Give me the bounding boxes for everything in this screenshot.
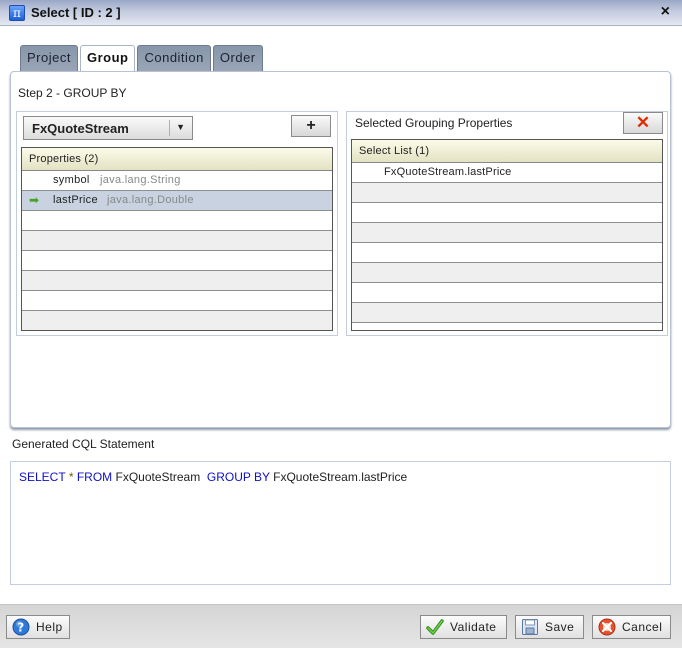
validate-button[interactable]: Validate <box>420 615 507 639</box>
title-bar: π Select [ ID : 2 ] × <box>0 0 682 26</box>
property-type: java.lang.String <box>100 174 181 186</box>
cql-star: * <box>68 470 74 484</box>
properties-header: Properties (2) <box>22 148 332 171</box>
stream-dropdown-value: FxQuoteStream <box>32 121 129 136</box>
empty-row <box>352 203 662 223</box>
cancel-icon <box>598 618 616 636</box>
tab-order[interactable]: Order <box>212 45 263 72</box>
empty-row <box>22 291 332 311</box>
stream-dropdown[interactable]: FxQuoteStream ▼ <box>23 116 193 140</box>
cancel-label: Cancel <box>622 620 663 634</box>
property-row[interactable]: symbol java.lang.String <box>22 171 332 191</box>
cql-keyword-select: SELECT <box>19 470 66 484</box>
cql-keyword-from: FROM <box>76 470 113 484</box>
select-list-grid: Select List (1) FxQuoteStream.lastPrice <box>351 139 663 331</box>
empty-row <box>352 283 662 303</box>
source-properties-panel: FxQuoteStream ▼ + Properties (2) symbol … <box>16 111 338 336</box>
step-label: Step 2 - GROUP BY <box>18 86 127 100</box>
arrow-right-icon: ➡ <box>29 193 40 207</box>
cql-group-field: FxQuoteStream.lastPrice <box>273 470 407 484</box>
save-label: Save <box>545 620 575 634</box>
empty-row <box>22 271 332 291</box>
cql-keyword-group-by: GROUP BY <box>206 470 270 484</box>
dialog-footer: ? Help Validate Save Cancel <box>0 604 682 648</box>
help-icon: ? <box>12 618 30 636</box>
checkmark-icon <box>426 618 444 636</box>
empty-row <box>352 303 662 323</box>
tab-condition[interactable]: Condition <box>137 45 211 72</box>
empty-row <box>22 211 332 231</box>
chevron-down-icon: ▼ <box>176 122 185 132</box>
group-by-panel: Step 2 - GROUP BY FxQuoteStream ▼ + Prop… <box>10 71 671 428</box>
property-name: symbol <box>53 174 90 186</box>
selected-properties-panel: Selected Grouping Properties ✕ Select Li… <box>346 111 668 336</box>
properties-grid: Properties (2) symbol java.lang.String ➡… <box>21 147 333 331</box>
selected-properties-title: Selected Grouping Properties <box>355 116 513 130</box>
dropdown-separator <box>169 120 170 136</box>
tab-project[interactable]: Project <box>20 45 78 72</box>
tab-group[interactable]: Group <box>79 45 136 73</box>
add-property-button[interactable]: + <box>291 115 331 137</box>
property-type: java.lang.Double <box>107 194 194 206</box>
svg-text:?: ? <box>17 621 24 635</box>
help-label: Help <box>36 620 63 634</box>
empty-row <box>352 223 662 243</box>
property-row-selected[interactable]: ➡ lastPrice java.lang.Double <box>22 191 332 211</box>
remove-property-button[interactable]: ✕ <box>623 112 663 134</box>
window-title: Select [ ID : 2 ] <box>31 5 121 20</box>
close-icon[interactable]: × <box>661 3 670 21</box>
floppy-disk-icon <box>521 618 539 636</box>
empty-row <box>352 243 662 263</box>
selected-property-name: FxQuoteStream.lastPrice <box>384 166 512 178</box>
selected-row[interactable]: FxQuoteStream.lastPrice <box>352 163 662 183</box>
select-list-header: Select List (1) <box>352 140 662 163</box>
empty-row <box>352 183 662 203</box>
validate-label: Validate <box>450 620 497 634</box>
cql-group-field-name: lastPrice <box>361 470 408 484</box>
save-button[interactable]: Save <box>515 615 584 639</box>
pi-icon: π <box>9 5 25 21</box>
tab-bar: Project Group Condition Order <box>20 45 263 73</box>
cql-statement-box[interactable]: SELECT * FROM FxQuoteStream GROUP BY FxQ… <box>10 461 671 585</box>
empty-row <box>22 251 332 271</box>
empty-row <box>352 263 662 283</box>
property-name: lastPrice <box>53 194 98 206</box>
cancel-button[interactable]: Cancel <box>592 615 671 639</box>
cql-label: Generated CQL Statement <box>12 437 155 451</box>
delete-x-icon: ✕ <box>635 113 651 132</box>
empty-row <box>22 231 332 251</box>
cql-group-field-prefix: FxQuoteStream <box>273 470 358 484</box>
empty-row <box>22 311 332 330</box>
cql-stream-name: FxQuoteStream <box>115 470 201 484</box>
help-button[interactable]: ? Help <box>6 615 70 639</box>
